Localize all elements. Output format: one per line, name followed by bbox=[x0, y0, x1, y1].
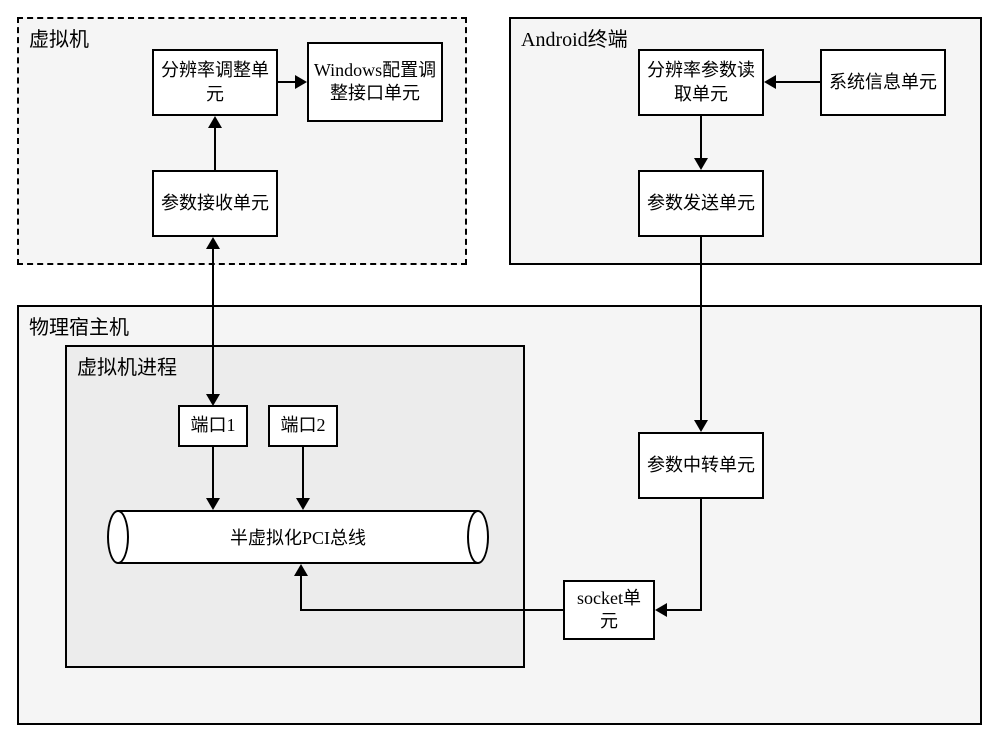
arrow-port1-paramrecv-up bbox=[206, 237, 220, 249]
arrow-socket-to-pci-v bbox=[300, 576, 302, 611]
port2-box: 端口2 bbox=[268, 405, 338, 447]
arrow-sysinfo-to-read-head bbox=[764, 75, 776, 89]
arrow-port1-paramrecv-line bbox=[212, 248, 214, 396]
arrow-send-to-relay-head bbox=[694, 420, 708, 432]
port1-box: 端口1 bbox=[178, 405, 248, 447]
arrow-port1-to-pci-head bbox=[206, 498, 220, 510]
arrow-port1-paramrecv-down bbox=[206, 394, 220, 406]
param-relay-unit: 参数中转单元 bbox=[638, 432, 764, 499]
arrow-read-to-send-head bbox=[694, 158, 708, 170]
diagram-canvas: 虚拟机 分辨率调整单元 Windows配置调整接口单元 参数接收单元 Andro… bbox=[0, 0, 1000, 741]
arrow-receive-to-adjust-head bbox=[208, 116, 222, 128]
arrow-send-to-relay-line bbox=[700, 237, 702, 422]
windows-config-interface-unit: Windows配置调整接口单元 bbox=[307, 42, 443, 122]
android-title: Android终端 bbox=[521, 23, 628, 52]
host-title: 物理宿主机 bbox=[29, 311, 129, 340]
arrow-port1-to-pci-line bbox=[212, 447, 214, 500]
socket-unit: socket单元 bbox=[563, 580, 655, 640]
arrow-port2-to-pci-line bbox=[302, 447, 304, 500]
arrow-receive-to-adjust-line bbox=[214, 128, 216, 170]
pci-bus-label: 半虚拟化PCI总线 bbox=[230, 524, 366, 550]
arrow-socket-to-pci-head bbox=[294, 564, 308, 576]
arrow-sysinfo-to-read-line bbox=[776, 81, 820, 83]
arrow-relay-to-socket-h bbox=[665, 609, 702, 611]
resolution-adjust-unit: 分辨率调整单元 bbox=[152, 49, 278, 116]
pci-bus-cylinder: 半虚拟化PCI总线 bbox=[118, 510, 478, 564]
vm-process-title: 虚拟机进程 bbox=[77, 351, 177, 380]
arrow-relay-to-socket-v bbox=[700, 499, 702, 611]
resolution-read-unit: 分辨率参数读取单元 bbox=[638, 49, 764, 116]
arrow-read-to-send-line bbox=[700, 116, 702, 160]
vm-process-container: 虚拟机进程 bbox=[65, 345, 525, 668]
arrow-port2-to-pci-head bbox=[296, 498, 310, 510]
param-send-unit: 参数发送单元 bbox=[638, 170, 764, 237]
system-info-unit: 系统信息单元 bbox=[820, 49, 946, 116]
arrow-socket-to-pci-h bbox=[300, 609, 563, 611]
param-receive-unit: 参数接收单元 bbox=[152, 170, 278, 237]
vm-title: 虚拟机 bbox=[29, 23, 89, 52]
arrow-relay-to-socket-head bbox=[655, 603, 667, 617]
arrow-adjust-to-windows-head bbox=[295, 75, 307, 89]
